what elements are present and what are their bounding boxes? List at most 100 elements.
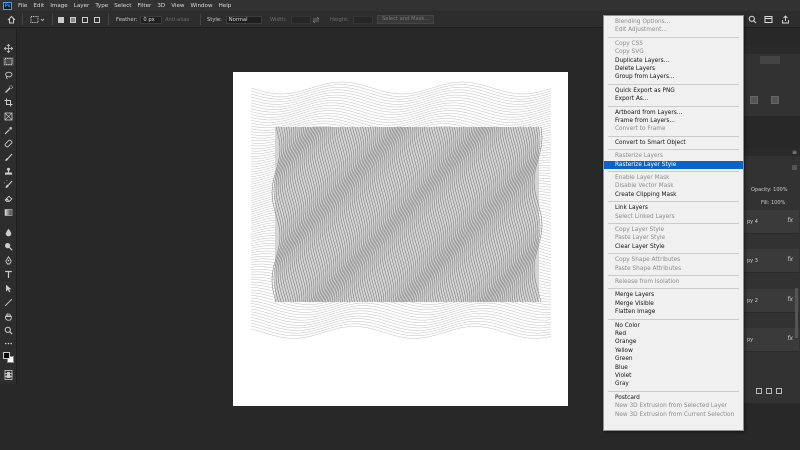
- layer-effects-icon[interactable]: fx: [787, 217, 793, 224]
- menu-item-red[interactable]: Red: [604, 330, 743, 338]
- foreground-color-swatch[interactable]: [3, 352, 10, 359]
- type-tool-icon[interactable]: [3, 270, 14, 279]
- menu-3d[interactable]: 3D: [157, 3, 165, 9]
- menu-item-artboard-from-layers[interactable]: Artboard from Layers...: [604, 109, 743, 117]
- panel-menu-icon[interactable]: ≡: [792, 149, 797, 156]
- hand-tool-icon[interactable]: [3, 312, 14, 321]
- rect-marquee-preset-icon[interactable]: [30, 14, 45, 25]
- menu-item-group-from-layers[interactable]: Group from Layers...: [604, 73, 743, 81]
- line-tool-icon[interactable]: [3, 298, 14, 307]
- opacity-value[interactable]: 100%: [773, 187, 787, 193]
- layer-row[interactable]: py 4 fx: [744, 210, 799, 234]
- blur-tool-icon[interactable]: [3, 228, 14, 237]
- zoom-tool-icon[interactable]: [3, 326, 14, 335]
- share-icon[interactable]: [781, 14, 790, 25]
- delete-layer-icon[interactable]: [776, 388, 782, 394]
- brush-tool-icon[interactable]: [3, 153, 14, 162]
- menu-item-blue[interactable]: Blue: [604, 364, 743, 372]
- menu-type[interactable]: Type: [95, 3, 108, 9]
- width-input[interactable]: [290, 15, 311, 24]
- menu-item-orange[interactable]: Orange: [604, 338, 743, 346]
- new-group-icon[interactable]: [756, 388, 762, 394]
- antialias-checkbox[interactable]: Anti-alias: [165, 14, 189, 25]
- intersect-selection-icon[interactable]: [94, 14, 100, 25]
- swap-dimensions-icon[interactable]: [312, 14, 320, 25]
- path-select-tool-icon[interactable]: [3, 284, 14, 293]
- menu-item-yellow[interactable]: Yellow: [604, 347, 743, 355]
- marquee-tool-icon[interactable]: [3, 57, 14, 66]
- new-selection-icon[interactable]: [58, 14, 64, 25]
- layer-effects-icon[interactable]: fx: [787, 256, 793, 263]
- dodge-tool-icon[interactable]: [3, 242, 14, 251]
- menu-item-clear-layer-style[interactable]: Clear Layer Style: [604, 243, 743, 251]
- layers-scrollbar[interactable]: [795, 288, 798, 338]
- new-layer-icon[interactable]: [766, 388, 772, 394]
- menu-view[interactable]: View: [171, 3, 184, 9]
- menu-item-duplicate-layers[interactable]: Duplicate Layers...: [604, 57, 743, 65]
- search-icon[interactable]: [748, 14, 757, 25]
- subtract-selection-icon[interactable]: [82, 14, 88, 25]
- document-canvas[interactable]: [233, 72, 568, 406]
- menu-file[interactable]: File: [18, 3, 27, 9]
- menu-item-flatten-image[interactable]: Flatten Image: [604, 308, 743, 316]
- menu-item-quick-export-as-png[interactable]: Quick Export as PNG: [604, 87, 743, 95]
- menu-item-create-clipping-mask[interactable]: Create Clipping Mask: [604, 191, 743, 199]
- layer-effects-icon[interactable]: fx: [787, 296, 793, 303]
- filter-toggle[interactable]: [792, 165, 797, 170]
- feather-input[interactable]: 0 px: [140, 15, 163, 24]
- photoshop-logo-icon: Ps: [3, 1, 12, 10]
- menu-separator: [608, 288, 739, 290]
- menu-item-merge-layers[interactable]: Merge Layers: [604, 291, 743, 299]
- menu-select[interactable]: Select: [114, 3, 131, 9]
- workspace-icon[interactable]: [764, 14, 773, 25]
- home-icon[interactable]: [7, 14, 16, 25]
- menu-item-merge-visible[interactable]: Merge Visible: [604, 300, 743, 308]
- eraser-tool-icon[interactable]: [3, 194, 14, 203]
- quick-select-tool-icon[interactable]: [3, 85, 14, 94]
- style-label: Style:: [207, 16, 222, 23]
- history-brush-tool-icon[interactable]: [3, 180, 14, 189]
- menu-filter[interactable]: Filter: [137, 3, 151, 9]
- menu-window[interactable]: Window: [191, 3, 213, 9]
- layer-row[interactable]: py 3 fx: [744, 249, 799, 273]
- menu-item-delete-layers[interactable]: Delete Layers: [604, 65, 743, 73]
- height-input[interactable]: [352, 15, 373, 24]
- menu-item-postcard[interactable]: Postcard: [604, 394, 743, 402]
- menu-item-convert-to-smart-object[interactable]: Convert to Smart Object: [604, 139, 743, 147]
- screen-mode-icon[interactable]: [3, 372, 14, 381]
- gradient-tool-icon[interactable]: [3, 208, 14, 217]
- menu-item-edit-adjustment: Edit Adjustment...: [615, 27, 667, 34]
- layer-effects-icon[interactable]: fx: [787, 335, 793, 342]
- color-swatches[interactable]: [3, 352, 14, 363]
- layer-row[interactable]: py 2 fx: [744, 289, 799, 313]
- menu-edit[interactable]: Edit: [33, 3, 44, 9]
- menu-separator: [608, 105, 739, 107]
- menu-item-violet[interactable]: Violet: [604, 372, 743, 380]
- lasso-tool-icon[interactable]: [3, 71, 14, 80]
- menu-item-no-color[interactable]: No Color: [604, 322, 743, 330]
- add-selection-icon[interactable]: [70, 14, 76, 25]
- menu-item-link-layers[interactable]: Link Layers: [604, 204, 743, 212]
- menu-item-frame-from-layers[interactable]: Frame from Layers...: [604, 117, 743, 125]
- crop-tool-icon[interactable]: [3, 98, 14, 107]
- pen-tool-icon[interactable]: [3, 256, 14, 265]
- style-select[interactable]: Normal: [225, 15, 262, 24]
- select-and-mask-button[interactable]: Select and Mask...: [377, 15, 435, 24]
- layer-context-menu: Blending Options... Edit Adjustment... Cop…: [603, 15, 744, 431]
- menu-item-gray[interactable]: Gray: [604, 380, 743, 388]
- more-tools-icon[interactable]: [3, 339, 14, 348]
- clone-stamp-tool-icon[interactable]: [3, 167, 14, 176]
- frame-tool-icon[interactable]: [3, 112, 14, 121]
- healing-brush-tool-icon[interactable]: [3, 139, 14, 148]
- eyedropper-tool-icon[interactable]: [3, 126, 14, 135]
- fill-value[interactable]: 100%: [771, 200, 785, 206]
- layer-row[interactable]: py fx: [744, 328, 799, 352]
- menu-item-rasterize-layer-style[interactable]: Rasterize Layer Style: [604, 160, 743, 169]
- menu-help[interactable]: Help: [219, 3, 232, 9]
- menu-layer[interactable]: Layer: [74, 3, 90, 9]
- menu-item-green[interactable]: Green: [604, 355, 743, 363]
- menu-item-export-as[interactable]: Export As...: [604, 95, 743, 103]
- move-tool-icon[interactable]: [3, 44, 14, 53]
- menu-separator: [608, 36, 739, 38]
- menu-image[interactable]: Image: [50, 3, 68, 9]
